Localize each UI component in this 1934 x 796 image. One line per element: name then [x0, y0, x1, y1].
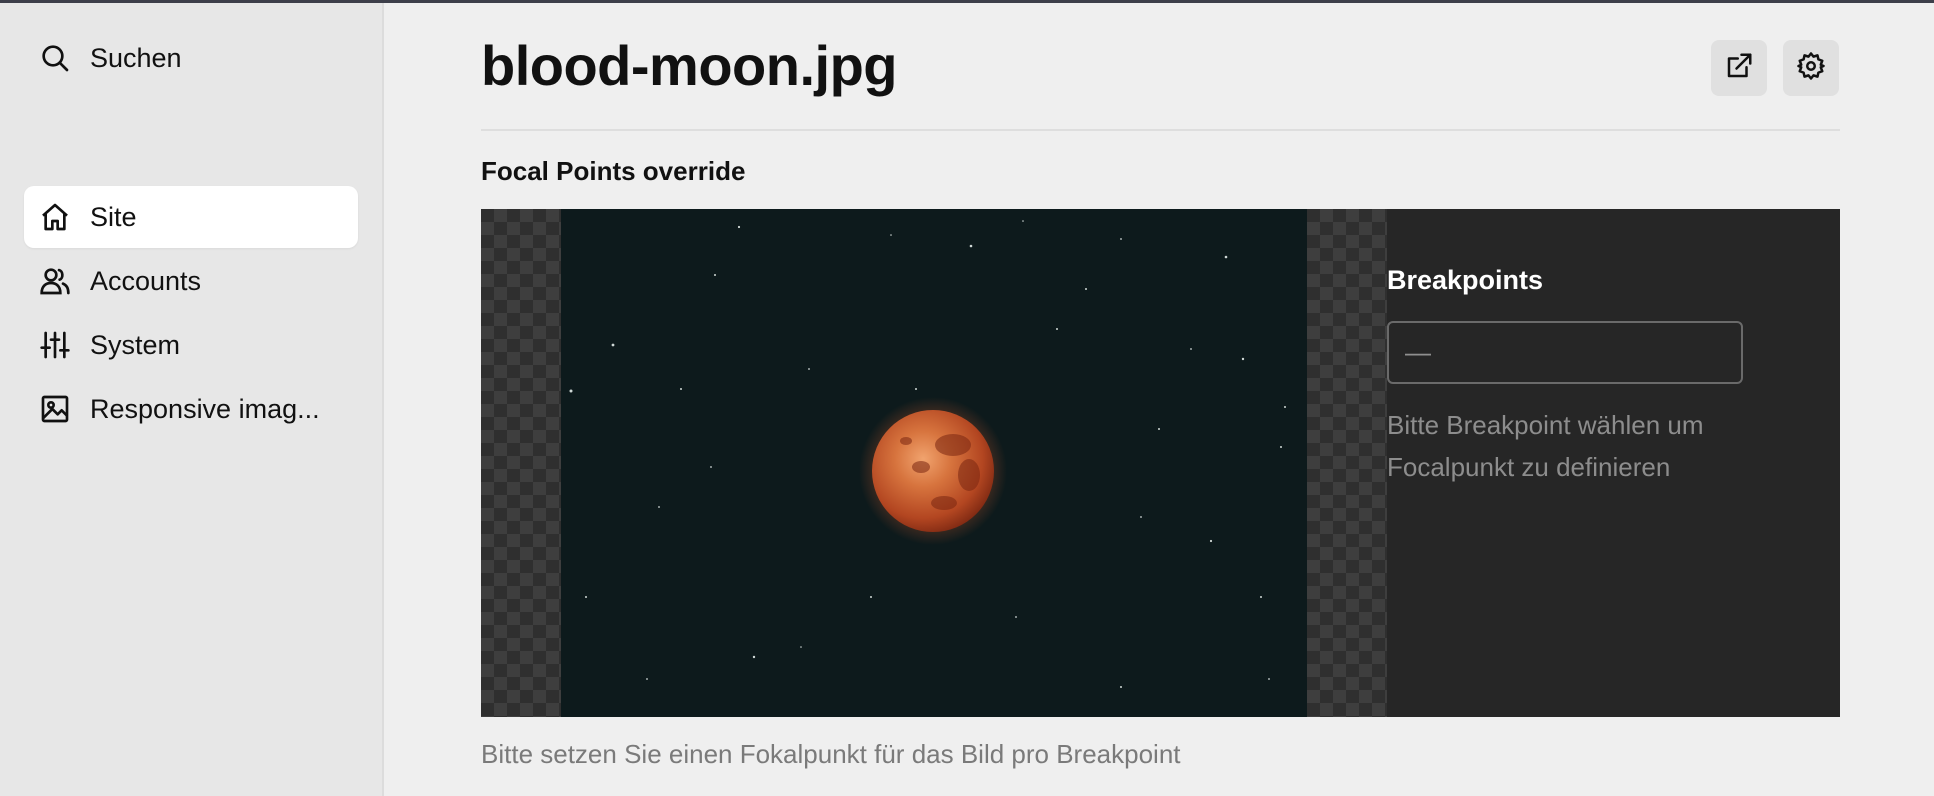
- settings-button[interactable]: [1783, 40, 1839, 96]
- section-title: Focal Points override: [481, 156, 746, 186]
- sidebar-item-label: Accounts: [90, 265, 202, 296]
- sidebar-item-system[interactable]: System: [24, 314, 358, 376]
- breakpoint-hint: Bitte Breakpoint wählen um Focalpunkt zu…: [1387, 410, 1704, 482]
- sidebar-item-label: System: [90, 329, 181, 360]
- page-title: blood-moon.jpg: [481, 34, 897, 97]
- sidebar-search-label: Suchen: [90, 42, 182, 73]
- image-icon: [38, 392, 72, 426]
- breakpoint-select[interactable]: —: [1387, 321, 1743, 384]
- breakpoints-panel: Breakpoints — Bitte Breakpoint wählen um…: [1387, 209, 1840, 717]
- focal-image[interactable]: [561, 209, 1307, 717]
- users-icon: [38, 264, 72, 298]
- gear-icon: [1796, 51, 1826, 86]
- search-icon: [38, 41, 72, 75]
- home-icon: [38, 200, 72, 234]
- sliders-icon: [38, 328, 72, 362]
- open-external-button[interactable]: [1711, 40, 1767, 96]
- transparency-pattern-right: [1307, 209, 1387, 717]
- focal-point-editor: Breakpoints — Bitte Breakpoint wählen um…: [481, 209, 1840, 717]
- sidebar-item-label: Site: [90, 201, 137, 232]
- sidebar-item-accounts[interactable]: Accounts: [24, 250, 358, 312]
- breakpoints-title: Breakpoints: [1387, 265, 1544, 295]
- transparency-pattern-left: [481, 209, 561, 717]
- sidebar-item-label: Responsive imag...: [90, 393, 320, 424]
- sidebar-search[interactable]: Suchen: [24, 27, 358, 89]
- sidebar-item-responsive-images[interactable]: Responsive imag...: [24, 378, 358, 440]
- main-content: blood-moon.jpg Focal Points override Bre…: [481, 3, 1840, 796]
- sidebar: Suchen Site Accounts System Responsive i…: [0, 3, 384, 796]
- focal-point-caption: Bitte setzen Sie einen Fokalpunkt für da…: [481, 739, 1181, 769]
- header-divider: [481, 129, 1840, 131]
- blood-moon-image: [561, 209, 1307, 717]
- sidebar-item-site[interactable]: Site: [24, 186, 358, 248]
- external-link-icon: [1724, 51, 1754, 86]
- breakpoint-select-value: —: [1405, 337, 1431, 367]
